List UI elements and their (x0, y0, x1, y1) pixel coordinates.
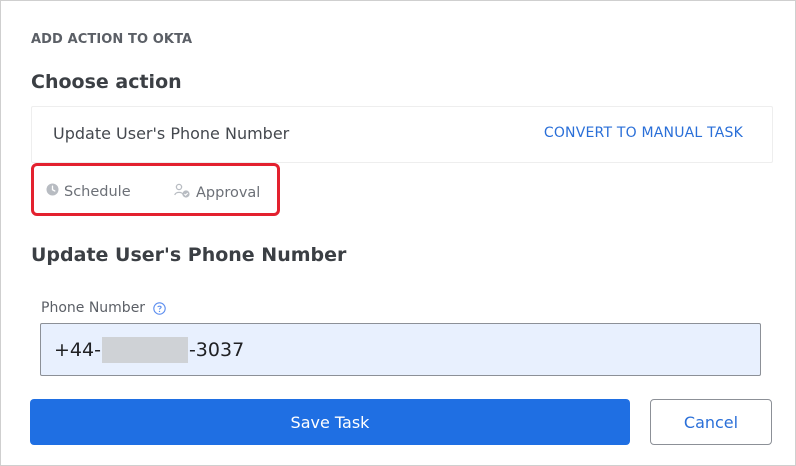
panel-eyebrow: ADD ACTION TO OKTA (31, 32, 193, 47)
clock-icon (46, 183, 64, 200)
convert-to-manual-task-link[interactable]: CONVERT TO MANUAL TASK (544, 125, 743, 141)
action-options-highlight: Schedule Approval (31, 163, 280, 216)
add-action-panel: ADD ACTION TO OKTA Choose action Update … (0, 0, 796, 466)
choose-action-title: Choose action (31, 71, 182, 93)
phone-number-label: Phone Number (41, 300, 166, 316)
redacted-segment (101, 336, 188, 363)
phone-value-suffix: -3037 (188, 338, 245, 361)
phone-number-input[interactable]: +44- -3037 (40, 323, 761, 376)
approval-option[interactable]: Approval (174, 183, 260, 203)
phone-number-label-text: Phone Number (41, 300, 146, 316)
approval-users-icon (174, 183, 196, 203)
save-task-button[interactable]: Save Task (30, 399, 630, 445)
schedule-option[interactable]: Schedule (46, 183, 131, 200)
selected-action-card: Update User's Phone Number CONVERT TO MA… (31, 106, 773, 163)
schedule-label: Schedule (64, 183, 131, 200)
form-title: Update User's Phone Number (31, 244, 347, 266)
selected-action-name: Update User's Phone Number (53, 124, 290, 143)
phone-value-prefix: +44- (54, 338, 101, 361)
help-icon[interactable] (153, 301, 166, 315)
approval-label: Approval (196, 185, 261, 201)
cancel-button[interactable]: Cancel (650, 399, 772, 445)
